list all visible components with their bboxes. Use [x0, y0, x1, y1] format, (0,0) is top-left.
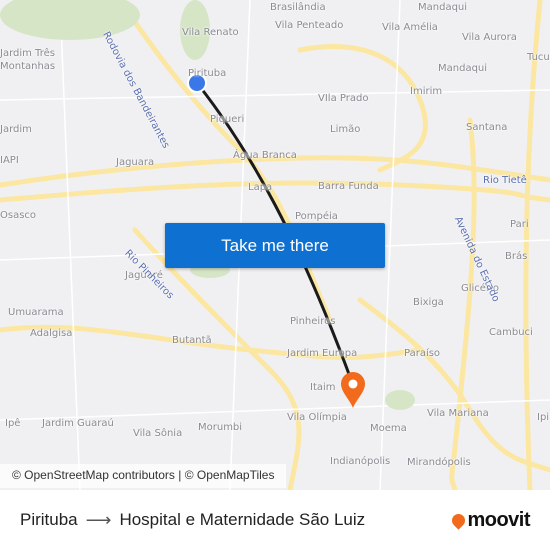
map-label: Umuarama: [8, 307, 64, 318]
map-label: Brás: [505, 251, 528, 262]
destination-pin-icon: [341, 372, 365, 408]
map-label: Lapa: [248, 182, 273, 193]
route-footer: Pirituba ⟶ Hospital e Maternidade São Lu…: [0, 490, 550, 550]
map-label: Jardim Três: [0, 48, 55, 59]
map-label: Pompéia: [295, 211, 338, 222]
map-label: VIla Prado: [318, 93, 369, 104]
map-attribution[interactable]: © OpenStreetMap contributors | © OpenMap…: [0, 464, 287, 488]
arrow-right-icon: ⟶: [85, 509, 112, 530]
moovit-logo: moovit: [449, 509, 530, 532]
map-label: Tucu: [527, 52, 550, 63]
map-label: Moema: [370, 423, 407, 434]
map-label: Vila Olímpia: [287, 412, 347, 423]
map-label: IAPI: [0, 155, 19, 166]
map-label: Itaim: [310, 382, 336, 393]
map-label: Vila Penteado: [275, 20, 344, 31]
map-label: Indianópolis: [330, 456, 391, 467]
map-label: Jardim Guaraú: [42, 418, 114, 429]
map-label: Brasilândia: [270, 2, 326, 13]
map-label: Piqueri: [210, 114, 245, 125]
map-label: Limão: [330, 124, 361, 135]
map-label: Mirandópolis: [407, 457, 471, 468]
map-label: Barra Funda: [318, 181, 379, 192]
map-label: Jardim Europa: [287, 348, 358, 359]
map-label: Vila Mariana: [427, 408, 489, 419]
map-label: Imirim: [410, 86, 443, 97]
map-label: Pirituba: [188, 68, 227, 79]
map-label: Butantã: [172, 335, 212, 346]
map-label: Pinheiros: [290, 316, 336, 327]
map-label: Montanhas: [0, 61, 56, 72]
map-label: Água Branca: [233, 150, 297, 161]
map-label: Mandaqui: [418, 2, 468, 13]
map-label: Bixiga: [413, 297, 444, 308]
map-label: Mandaqui: [438, 63, 488, 74]
map-label: Osasco: [0, 210, 37, 221]
map-label: Vila Aurora: [462, 32, 517, 43]
map-label: Jardim: [0, 124, 32, 135]
map-label: Ipi: [537, 412, 550, 423]
map-label: Adalgisa: [30, 328, 73, 339]
origin-name: Pirituba: [20, 510, 78, 529]
map-label: Paraíso: [404, 348, 441, 359]
destination-name: Hospital e Maternidade São Luiz: [119, 510, 366, 529]
map-label: Cambuci: [489, 327, 533, 338]
map-label: Vila Sônia: [133, 428, 183, 439]
map-label: Jaguara: [116, 157, 155, 168]
map-label: Ipê: [5, 418, 21, 429]
map-label: Morumbi: [198, 422, 243, 433]
take-me-there-button[interactable]: Take me there: [165, 223, 385, 268]
map-label: Vila Amélia: [382, 22, 438, 33]
map-label: Santana: [466, 122, 508, 133]
moovit-pin-icon: [449, 510, 469, 530]
map-label: Vila Renato: [182, 27, 239, 38]
map-label: Pari: [510, 219, 529, 230]
map-label: Rio Tietê: [483, 175, 527, 186]
